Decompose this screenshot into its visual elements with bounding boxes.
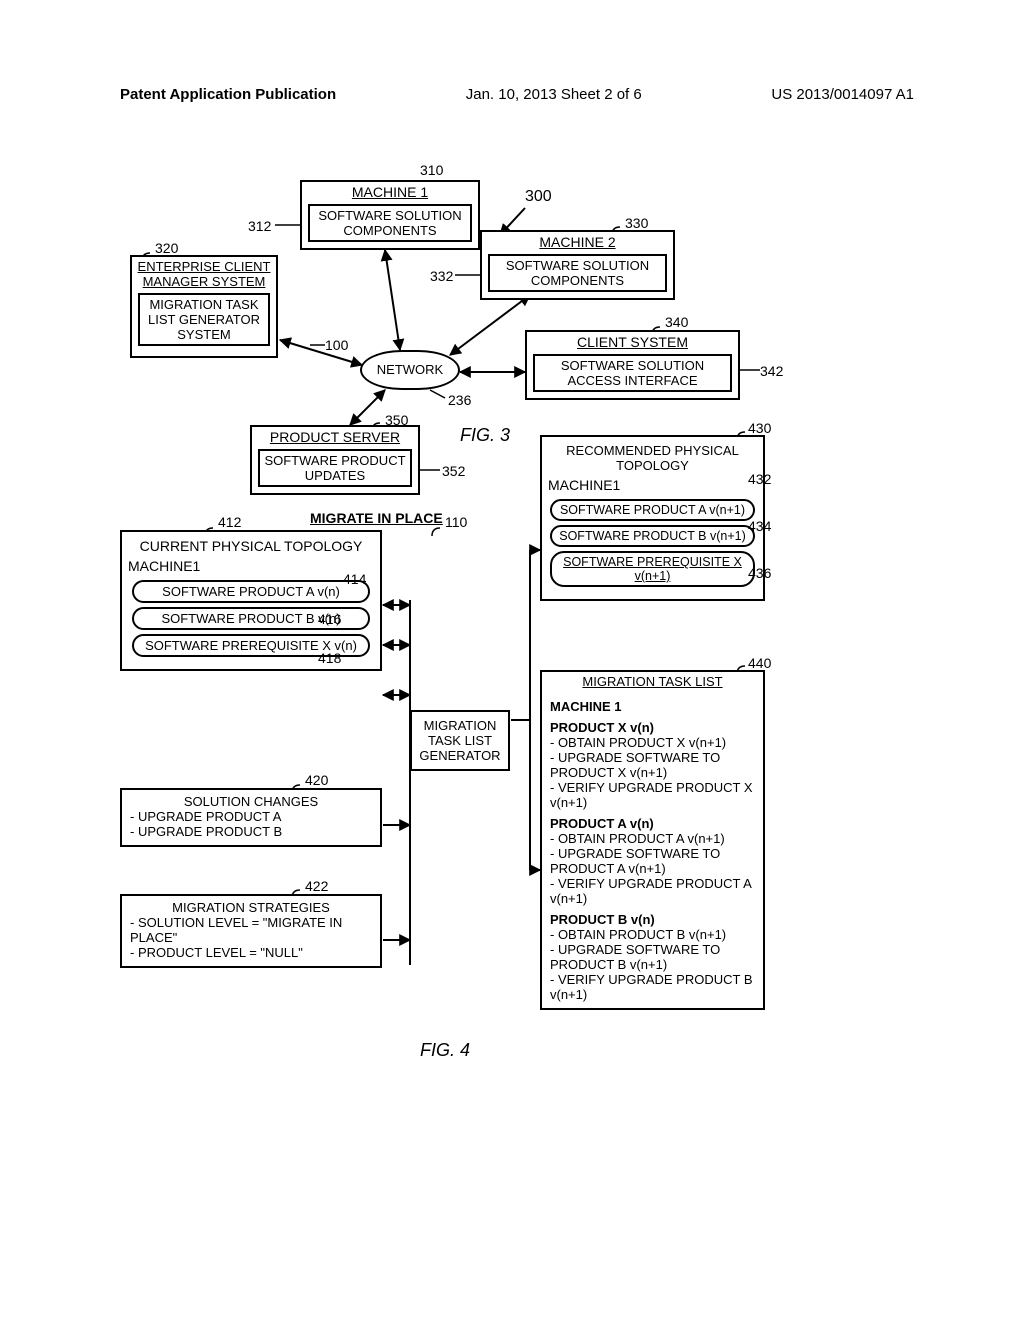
client-inner: SOFTWARE SOLUTION ACCESS INTERFACE xyxy=(533,354,732,392)
migration-task-list-generator: MIGRATION TASK LIST GENERATOR xyxy=(410,710,510,771)
solution-changes-box: SOLUTION CHANGES - UPGRADE PRODUCT A - U… xyxy=(120,788,382,847)
rpt-prereq-x: SOFTWARE PREREQUISITE X v(n+1) xyxy=(550,551,755,587)
current-topology-box: CURRENT PHYSICAL TOPOLOGY MACHINE1 SOFTW… xyxy=(120,530,382,671)
client-title: CLIENT SYSTEM xyxy=(527,332,738,352)
ref-422: 422 xyxy=(305,878,328,894)
strategies-box: MIGRATION STRATEGIES - SOLUTION LEVEL = … xyxy=(120,894,382,968)
product-server-box: PRODUCT SERVER SOFTWARE PRODUCT UPDATES xyxy=(250,425,420,495)
network-cloud: NETWORK xyxy=(360,350,460,390)
ms-line2: - PRODUCT LEVEL = "NULL" xyxy=(130,945,372,960)
ref-320: 320 xyxy=(155,240,178,256)
machine-2-box: MACHINE 2 SOFTWARE SOLUTION COMPONENTS xyxy=(480,230,675,300)
rpt-product-a: SOFTWARE PRODUCT A v(n+1) xyxy=(550,499,755,521)
mtl-title: MIGRATION TASK LIST xyxy=(542,672,763,693)
mtl-pb-3: - VERIFY UPGRADE PRODUCT B v(n+1) xyxy=(550,972,755,1002)
mtl-px-2: - UPGRADE SOFTWARE TO PRODUCT X v(n+1) xyxy=(550,750,755,780)
machine-2-title: MACHINE 2 xyxy=(482,232,673,252)
header-center: Jan. 10, 2013 Sheet 2 of 6 xyxy=(466,86,642,103)
ref-412: 412 xyxy=(218,514,241,530)
mtl-pb-2: - UPGRADE SOFTWARE TO PRODUCT B v(n+1) xyxy=(550,942,755,972)
mtl-px-1: - OBTAIN PRODUCT X v(n+1) xyxy=(550,735,755,750)
mtl-pb-1: - OBTAIN PRODUCT B v(n+1) xyxy=(550,927,755,942)
migration-task-list-box: MIGRATION TASK LIST MACHINE 1 PRODUCT X … xyxy=(540,670,765,1010)
mtl-px-3: - VERIFY UPGRADE PRODUCT X v(n+1) xyxy=(550,780,755,810)
mtl-pa-3: - VERIFY UPGRADE PRODUCT A v(n+1) xyxy=(550,876,755,906)
enterprise-title: ENTERPRISE CLIENT MANAGER SYSTEM xyxy=(132,257,276,291)
ref-332: 332 xyxy=(430,268,453,284)
ref-310: 310 xyxy=(420,162,443,178)
mtl-machine: MACHINE 1 xyxy=(550,699,755,714)
ref-236: 236 xyxy=(448,392,471,408)
ref-436: 436 xyxy=(748,565,771,581)
page: Patent Application Publication Jan. 10, … xyxy=(0,0,1024,1320)
machine-1-box: MACHINE 1 SOFTWARE SOLUTION COMPONENTS xyxy=(300,180,480,250)
enterprise-box: ENTERPRISE CLIENT MANAGER SYSTEM MIGRATI… xyxy=(130,255,278,358)
machine-2-inner: SOFTWARE SOLUTION COMPONENTS xyxy=(488,254,667,292)
cpt-machine: MACHINE1 xyxy=(122,558,380,576)
ref-110: 110 xyxy=(445,514,467,530)
page-header: Patent Application Publication Jan. 10, … xyxy=(0,86,1024,103)
cpt-product-a: SOFTWARE PRODUCT A v(n) xyxy=(132,580,370,603)
ms-line1: - SOLUTION LEVEL = "MIGRATE IN PLACE" xyxy=(130,915,372,945)
recommended-topology-box: RECOMMENDED PHYSICAL TOPOLOGY MACHINE1 S… xyxy=(540,435,765,601)
rpt-product-b: SOFTWARE PRODUCT B v(n+1) xyxy=(550,525,755,547)
migrate-in-place-title: MIGRATE IN PLACE xyxy=(310,510,443,526)
ref-414: 414 xyxy=(343,571,366,587)
client-system-box: CLIENT SYSTEM SOFTWARE SOLUTION ACCESS I… xyxy=(525,330,740,400)
ref-330: 330 xyxy=(625,215,648,231)
product-server-inner: SOFTWARE PRODUCT UPDATES xyxy=(258,449,412,487)
ref-300: 300 xyxy=(525,188,552,206)
rpt-title: RECOMMENDED PHYSICAL TOPOLOGY xyxy=(542,441,763,477)
mtl-px-head: PRODUCT X v(n) xyxy=(550,720,755,735)
sc-title: SOLUTION CHANGES xyxy=(130,794,372,809)
ref-312: 312 xyxy=(248,218,271,234)
ref-342: 342 xyxy=(760,363,783,379)
rpt-machine: MACHINE1 xyxy=(542,477,763,495)
sc-line2: - UPGRADE PRODUCT B xyxy=(130,824,372,839)
header-right: US 2013/0014097 A1 xyxy=(771,86,914,103)
ms-title: MIGRATION STRATEGIES xyxy=(130,900,372,915)
mtl-pa-2: - UPGRADE SOFTWARE TO PRODUCT A v(n+1) xyxy=(550,846,755,876)
figure-4: MIGRATE IN PLACE CURRENT PHYSICAL TOPOLO… xyxy=(120,510,780,1150)
ref-430: 430 xyxy=(748,420,771,436)
ref-416: 416 xyxy=(318,611,341,627)
ref-418: 418 xyxy=(318,650,341,666)
ref-432: 432 xyxy=(748,471,771,487)
ref-420: 420 xyxy=(305,772,328,788)
cpt-title: CURRENT PHYSICAL TOPOLOGY xyxy=(122,536,380,558)
ref-352: 352 xyxy=(442,463,465,479)
header-left: Patent Application Publication xyxy=(120,86,336,103)
ref-350: 350 xyxy=(385,412,408,428)
ref-100: 100 xyxy=(325,337,348,353)
mtl-pa-1: - OBTAIN PRODUCT A v(n+1) xyxy=(550,831,755,846)
ref-434: 434 xyxy=(748,518,771,534)
machine-1-inner: SOFTWARE SOLUTION COMPONENTS xyxy=(308,204,472,242)
enterprise-inner: MIGRATION TASK LIST GENERATOR SYSTEM xyxy=(138,293,270,346)
ref-440: 440 xyxy=(748,655,771,671)
fig3-label: FIG. 3 xyxy=(460,425,510,446)
mtl-pa-head: PRODUCT A v(n) xyxy=(550,816,755,831)
sc-line1: - UPGRADE PRODUCT A xyxy=(130,809,372,824)
fig4-label: FIG. 4 xyxy=(420,1040,470,1061)
product-server-title: PRODUCT SERVER xyxy=(252,427,418,447)
ref-340: 340 xyxy=(665,314,688,330)
machine-1-title: MACHINE 1 xyxy=(302,182,478,202)
mtl-pb-head: PRODUCT B v(n) xyxy=(550,912,755,927)
